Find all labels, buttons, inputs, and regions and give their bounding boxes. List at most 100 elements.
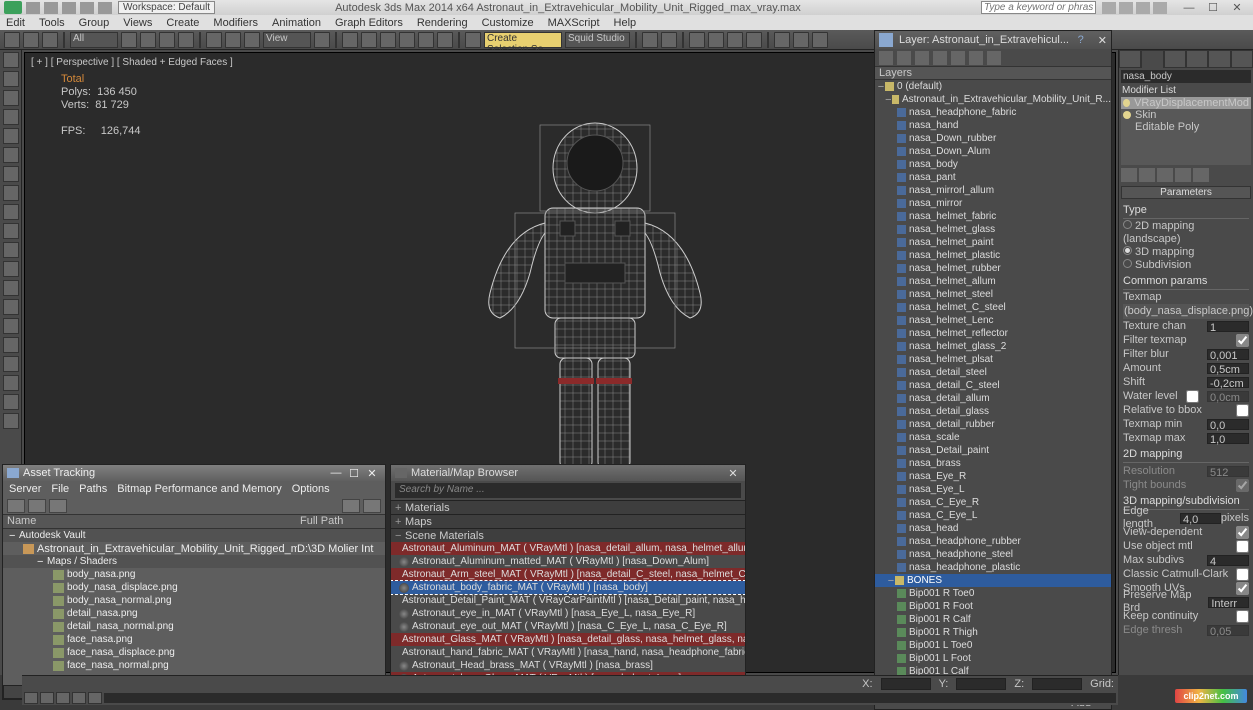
layer-bone-item[interactable]: Bip001 R Calf (875, 613, 1111, 626)
layer-item[interactable]: nasa_detail_steel (875, 366, 1111, 379)
tmin-field[interactable]: 0,0 (1207, 419, 1249, 430)
material-item[interactable]: Astronaut_Head_brass_MAT ( VRayMtl ) [na… (391, 659, 745, 672)
et-field[interactable]: 0,05 (1207, 625, 1249, 636)
asset-file[interactable]: face_nasa.png (3, 633, 385, 646)
asset-max[interactable]: ☐ (345, 467, 363, 480)
layermgr-header[interactable]: Layer: Astronaut_in_Extravehicul... ? ✕ (875, 31, 1111, 49)
uom-check[interactable] (1236, 540, 1249, 553)
configure-sets[interactable] (1193, 168, 1209, 182)
layer-item[interactable]: nasa_helmet_Lenc (875, 314, 1111, 327)
kc-check[interactable] (1236, 610, 1249, 623)
object-name[interactable]: nasa_body (1121, 70, 1251, 83)
layer-item[interactable]: nasa_helmet_allum (875, 275, 1111, 288)
lt-12[interactable] (3, 261, 19, 277)
spinner-snap-button[interactable] (437, 32, 453, 48)
lt-2[interactable] (3, 71, 19, 87)
time-end[interactable] (88, 692, 102, 704)
material-item[interactable]: Astronaut_eye_in_MAT ( VRayMtl ) [nasa_E… (391, 607, 745, 620)
tb-check[interactable] (1236, 479, 1249, 492)
help-icon[interactable] (1153, 2, 1167, 14)
layer-item[interactable]: nasa_pant (875, 171, 1111, 184)
material-item[interactable]: Astronaut_hand_fabric_MAT ( VRayMtl ) [n… (391, 646, 745, 659)
rtb-check[interactable] (1236, 404, 1249, 417)
lt-11[interactable] (3, 242, 19, 258)
lt-14[interactable] (3, 299, 19, 315)
time-play[interactable] (56, 692, 70, 704)
minimize-button[interactable]: — (1177, 1, 1201, 14)
signin-icon[interactable] (1102, 2, 1116, 14)
texchan-field[interactable]: 1 (1207, 321, 1249, 332)
layer-item[interactable]: nasa_helmet_plastic (875, 249, 1111, 262)
schematic-button[interactable] (727, 32, 743, 48)
cat-materials[interactable]: +Materials (391, 500, 745, 514)
lt-20[interactable] (3, 413, 19, 429)
remove-mod[interactable] (1175, 168, 1191, 182)
layer-item[interactable]: nasa_mirrorl_allum (875, 184, 1111, 197)
lt-8[interactable] (3, 185, 19, 201)
time-start[interactable] (24, 692, 38, 704)
asset-file[interactable]: face_nasa_displace.png (3, 646, 385, 659)
tab-create[interactable] (1119, 50, 1141, 68)
layer-item[interactable]: nasa_helmet_glass (875, 223, 1111, 236)
asset-tb3[interactable] (49, 499, 67, 513)
layer-item[interactable]: nasa_brass (875, 457, 1111, 470)
selection-set-name[interactable]: Squid Studio (565, 32, 630, 48)
asset-tree[interactable]: −Autodesk VaultAstronaut_in_Extravehicul… (3, 529, 385, 685)
asset-menu-file[interactable]: File (51, 483, 69, 495)
asset-file[interactable]: detail_nasa.png (3, 607, 385, 620)
layer-item[interactable]: nasa_body (875, 158, 1111, 171)
menu-group[interactable]: Group (79, 17, 110, 29)
layer-item[interactable]: nasa_hand (875, 119, 1111, 132)
asset-col-name[interactable]: Name (3, 515, 300, 528)
asset-menu-bitmap[interactable]: Bitmap Performance and Memory (117, 483, 281, 495)
menu-tools[interactable]: Tools (39, 17, 65, 29)
select-rect-button[interactable] (159, 32, 175, 48)
menu-edit[interactable]: Edit (6, 17, 25, 29)
save-icon[interactable] (62, 2, 76, 14)
layer-item[interactable]: nasa_helmet_reflector (875, 327, 1111, 340)
lt-10[interactable] (3, 223, 19, 239)
mat-header[interactable]: Material/Map Browser ✕ (391, 465, 745, 481)
type-3d[interactable]: 3D mapping (1123, 246, 1249, 259)
layer-item[interactable]: nasa_Detail_paint (875, 444, 1111, 457)
layer-freeze[interactable] (987, 51, 1001, 65)
redo-button[interactable] (23, 32, 39, 48)
menu-views[interactable]: Views (123, 17, 152, 29)
rollout-parameters[interactable]: Parameters (1121, 186, 1251, 199)
layer-item[interactable]: nasa_helmet_glass_2 (875, 340, 1111, 353)
layer-item[interactable]: nasa_Down_Alum (875, 145, 1111, 158)
curve-editor-button[interactable] (708, 32, 724, 48)
layer-bone-item[interactable]: Bip001 R Toe0 (875, 587, 1111, 600)
layer-item[interactable]: nasa_head (875, 522, 1111, 535)
material-button[interactable] (746, 32, 762, 48)
time-prev[interactable] (40, 692, 54, 704)
asset-menu-paths[interactable]: Paths (79, 483, 107, 495)
asset-min[interactable]: — (327, 467, 345, 479)
layer-item[interactable]: nasa_headphone_fabric (875, 106, 1111, 119)
lt-13[interactable] (3, 280, 19, 296)
el-field[interactable]: 4,0 (1180, 513, 1221, 524)
water-field[interactable]: 0,0cm (1207, 391, 1249, 402)
layer-bone-item[interactable]: Bip001 R Thigh (875, 626, 1111, 639)
asset-menu-options[interactable]: Options (292, 483, 330, 495)
tab-hierarchy[interactable] (1164, 50, 1186, 68)
exchange-icon[interactable] (1119, 2, 1133, 14)
snap-button[interactable] (380, 32, 396, 48)
layer-bones[interactable]: −BONES (875, 574, 1111, 587)
asset-tb2[interactable] (28, 499, 46, 513)
mat-search[interactable]: Search by Name ... (395, 483, 741, 498)
asset-file[interactable]: body_nasa_normal.png (3, 594, 385, 607)
layer-item[interactable]: nasa_detail_glass (875, 405, 1111, 418)
render-button[interactable] (812, 32, 828, 48)
modifier-stack[interactable]: VRayDisplacementMod Skin Editable Poly (1121, 97, 1251, 165)
ref-coord[interactable]: View (263, 32, 311, 48)
make-unique[interactable] (1157, 168, 1173, 182)
su-check[interactable] (1236, 582, 1249, 595)
tab-motion[interactable] (1186, 50, 1208, 68)
lt-7[interactable] (3, 166, 19, 182)
open-icon[interactable] (44, 2, 58, 14)
layer-item[interactable]: nasa_helmet_rubber (875, 262, 1111, 275)
filter-blur-field[interactable]: 0,001 (1207, 349, 1249, 360)
amount-field[interactable]: 0,5cm (1207, 363, 1249, 374)
status-y-field[interactable] (956, 678, 1006, 690)
